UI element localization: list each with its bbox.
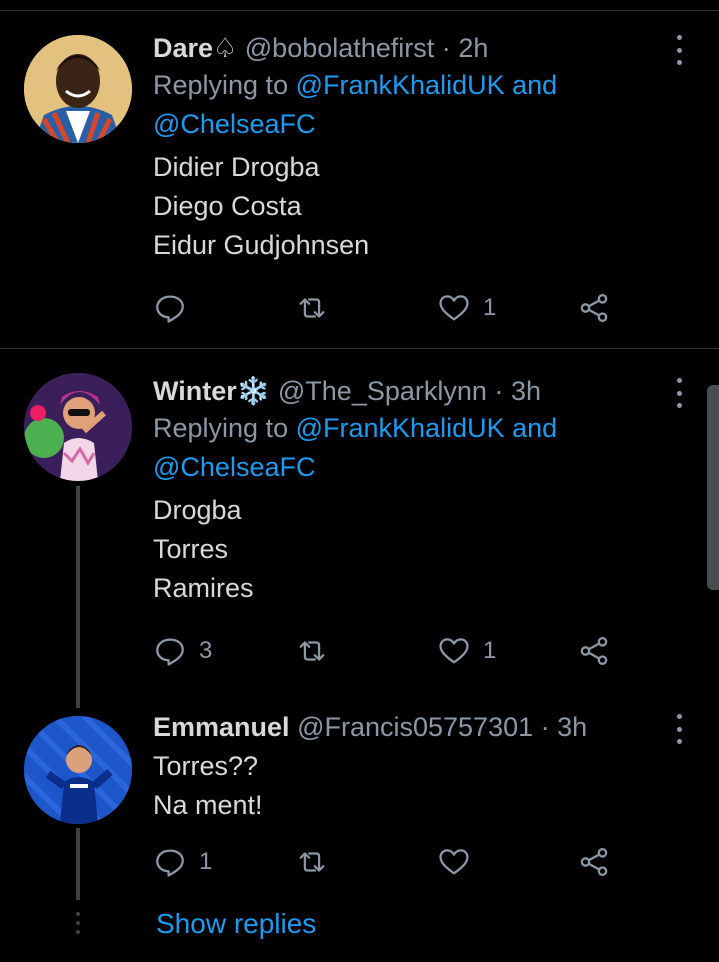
tweet-line: Torres?? bbox=[153, 751, 259, 781]
display-name[interactable]: Emmanuel bbox=[153, 712, 290, 742]
tweet-emmanuel[interactable]: Emmanuel @Francis05757301 · 3h Torres?? … bbox=[0, 0, 719, 900]
thread-dots bbox=[76, 912, 80, 934]
share-button[interactable] bbox=[577, 842, 611, 882]
share-icon bbox=[580, 847, 608, 877]
timestamp[interactable]: 3h bbox=[557, 712, 587, 742]
like-icon bbox=[439, 849, 469, 875]
more-vertical-icon[interactable] bbox=[669, 714, 689, 744]
retweet-icon bbox=[299, 852, 325, 872]
show-replies-link[interactable]: Show replies bbox=[156, 908, 316, 940]
separator-dot: · bbox=[540, 712, 550, 742]
tweet-header: Emmanuel @Francis05757301 · 3h bbox=[153, 709, 659, 745]
user-handle[interactable]: @Francis05757301 bbox=[297, 712, 533, 742]
avatar[interactable] bbox=[24, 716, 132, 824]
scrollbar[interactable] bbox=[707, 385, 719, 590]
reply-icon bbox=[156, 849, 184, 877]
tweet-actions: 1 bbox=[153, 842, 633, 882]
tweet-text: Torres?? Na ment! bbox=[153, 747, 659, 825]
tweet-line: Na ment! bbox=[153, 790, 263, 820]
tweet-content: Emmanuel @Francis05757301 · 3h Torres?? … bbox=[153, 709, 659, 825]
retweet-button[interactable] bbox=[295, 842, 341, 882]
thread-line bbox=[76, 828, 80, 900]
reply-count: 1 bbox=[199, 848, 213, 875]
like-button[interactable] bbox=[437, 842, 483, 882]
reply-button[interactable]: 1 bbox=[153, 842, 212, 882]
